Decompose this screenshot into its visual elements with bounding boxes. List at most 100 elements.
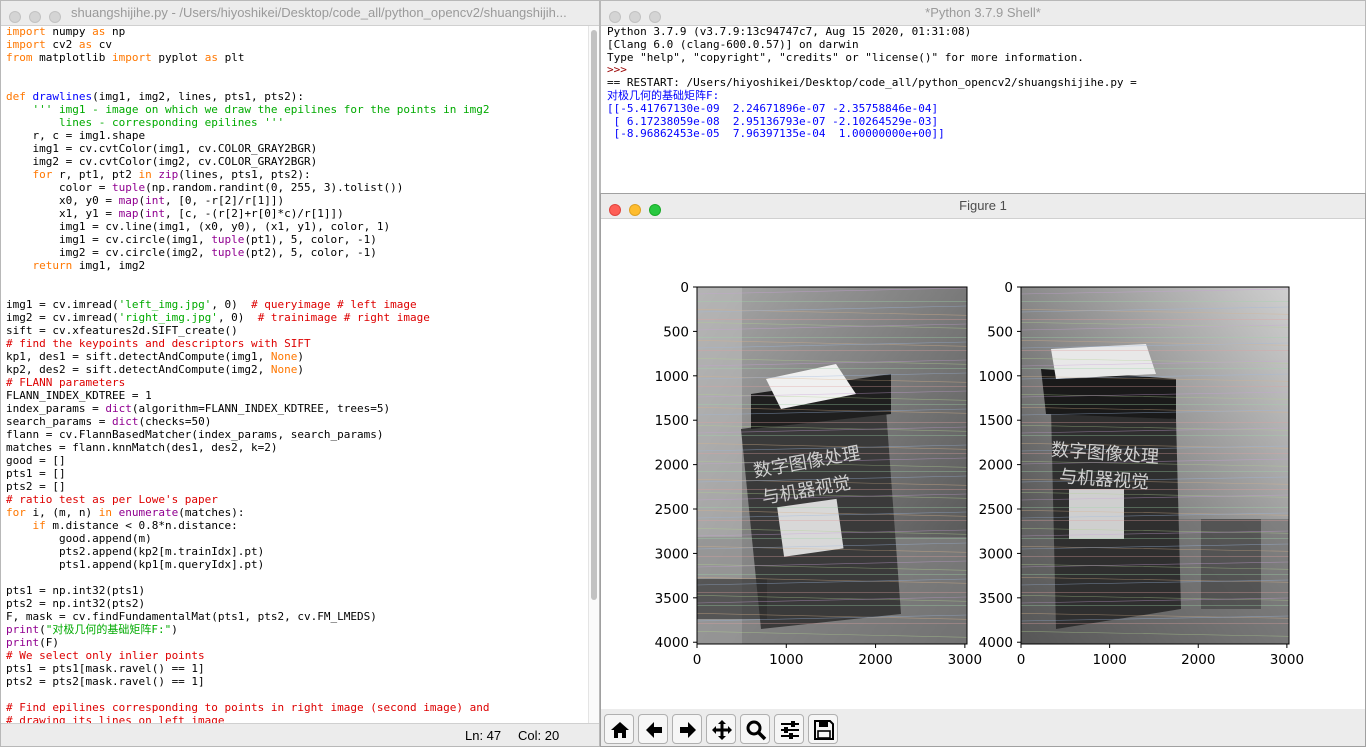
code-line: r, c = img1.shape — [6, 129, 146, 142]
code-line: print("对极几何的基础矩阵F:") — [6, 623, 178, 636]
code-line — [6, 571, 489, 584]
code-line: return img1, img2 — [32, 259, 146, 272]
status-column-number: Col: 20 — [518, 728, 560, 743]
right-axes: 数字图像处理 与机器视觉 0 500 1000 1500 2000 2500 3000 350… — [979, 280, 1304, 668]
code-editor[interactable]: import numpy as np import cv2 as cv from… — [6, 25, 489, 727]
code-line: ''' img1 - image on which we draw the ep… — [32, 103, 490, 116]
code-line: lines - corresponding epilines ''' — [6, 116, 285, 129]
shell-output-line: [[-5.41767130e-09 2.24671896e-07 -2.3575… — [607, 101, 939, 115]
pan-move-icon — [712, 720, 732, 740]
shell-line: [Clang 6.0 (clang-600.0.57)] on darwin — [607, 37, 859, 51]
shell-output-line: [-8.96862453e-05 7.96397135e-04 1.000000… — [607, 127, 945, 141]
shell-output[interactable]: Python 3.7.9 (v3.7.9:13c94747c7, Aug 15 … — [607, 25, 1137, 141]
code-line: matches = flann.knnMatch(des1, des2, k=2… — [6, 441, 278, 454]
code-line: pts1.append(kp1[m.queryIdx].pt) — [6, 558, 265, 571]
code-line: if m.distance < 0.8*n.distance: — [32, 519, 238, 532]
code-line — [6, 272, 489, 285]
left-axes: 数字图像处理 与机器视觉 0 500 1000 1500 2000 2500 3000 350… — [655, 280, 982, 668]
code-line: x1, y1 = map(int, [c, -(r[2]+r[0]*c)/r[1… — [6, 207, 344, 220]
code-line: kp2, des2 = sift.detectAndCompute(img2, … — [6, 363, 305, 376]
right-image: 数字图像处理 与机器视觉 — [1020, 287, 1290, 644]
code-line: # FLANN parameters — [6, 376, 126, 389]
left-y-tick-label: 0 — [680, 280, 689, 296]
editor-scrollbar[interactable] — [588, 26, 599, 724]
code-line: # ratio test as per Lowe's paper — [6, 493, 218, 506]
pan-button[interactable] — [706, 714, 736, 744]
left-x-tick-label: 1000 — [769, 652, 803, 668]
editor-statusbar: Ln: 47 Col: 20 — [1, 723, 599, 746]
right-y-ticks: 0 500 1000 1500 2000 2500 3000 3500 4000 — [979, 280, 1021, 651]
left-y-tick-label: 4000 — [655, 635, 689, 651]
right-x-tick-label: 3000 — [1270, 652, 1304, 668]
code-line: img1 = cv.imread('left_img.jpg', 0) # qu… — [6, 298, 417, 311]
figure-titlebar: Figure 1 — [601, 194, 1365, 219]
home-button[interactable] — [604, 714, 634, 744]
code-line: pts1 = pts1[mask.ravel() == 1] — [6, 662, 205, 675]
right-y-tick-label: 4000 — [979, 635, 1013, 651]
left-x-tick-label: 0 — [693, 652, 702, 668]
left-x-ticks: 0 1000 2000 3000 — [693, 644, 982, 668]
code-line: pts2 = pts2[mask.ravel() == 1] — [6, 675, 205, 688]
shell-line: Type "help", "copyright", "credits" or "… — [607, 50, 1084, 64]
code-line: # Find epilines corresponding to points … — [6, 701, 490, 714]
code-line: kp1, des1 = sift.detectAndCompute(img1, … — [6, 350, 305, 363]
code-line: for i, (m, n) in enumerate(matches): — [6, 506, 245, 519]
figure-toolbar — [601, 709, 1365, 746]
code-line — [6, 285, 489, 298]
forward-button[interactable] — [672, 714, 702, 744]
editor-scrollbar-thumb[interactable] — [591, 30, 597, 600]
code-line: print(F) — [6, 636, 59, 649]
code-line: sift = cv.xfeatures2d.SIFT_create() — [6, 324, 238, 337]
code-line: img1 = cv.cvtColor(img1, cv.COLOR_GRAY2B… — [6, 142, 318, 155]
code-line — [6, 688, 489, 701]
shell-title: *Python 3.7.9 Shell* — [925, 5, 1041, 20]
back-button[interactable] — [638, 714, 668, 744]
code-line: good.append(m) — [6, 532, 152, 545]
left-y-tick-label: 2000 — [655, 458, 689, 474]
code-line: pts1 = [] — [6, 467, 66, 480]
save-button[interactable] — [808, 714, 838, 744]
code-line: F, mask = cv.findFundamentalMat(pts1, pt… — [6, 610, 377, 623]
close-button[interactable] — [9, 11, 21, 23]
code-line: # We select only inlier points — [6, 649, 205, 662]
save-icon — [814, 720, 834, 740]
code-line: pts2 = [] — [6, 480, 66, 493]
left-x-tick-label: 3000 — [948, 652, 982, 668]
left-y-ticks: 0 500 1000 1500 2000 2500 3000 3500 4000 — [655, 280, 697, 651]
right-x-tick-label: 2000 — [1181, 652, 1215, 668]
code-line: x0, y0 = map(int, [0, -r[2]/r[1]]) — [6, 194, 285, 207]
right-y-tick-label: 1000 — [979, 369, 1013, 385]
back-arrow-icon — [646, 722, 662, 738]
shell-output-line: 对极几何的基础矩阵F: — [607, 88, 720, 102]
editor-window: shuangshijihe.py - /Users/hiyoshikei/Des… — [0, 0, 600, 747]
shell-window: *Python 3.7.9 Shell* Python 3.7.9 (v3.7.… — [600, 0, 1366, 196]
figure-window: Figure 1 数字图像处理 与机器视觉 0 500 1000 1500 20… — [600, 193, 1366, 747]
code-line: from matplotlib import pyplot as plt — [6, 51, 245, 64]
code-line: img1 = cv.circle(img1, tuple(pt1), 5, co… — [6, 233, 377, 246]
figure-title: Figure 1 — [959, 198, 1007, 213]
zoom-button[interactable] — [740, 714, 770, 744]
left-y-tick-label: 3000 — [655, 546, 689, 562]
code-line — [6, 64, 489, 77]
code-line: search_params = dict(checks=50) — [6, 415, 212, 428]
figure-canvas[interactable]: 数字图像处理 与机器视觉 0 500 1000 1500 2000 2500 3000 350… — [601, 219, 1365, 709]
code-line: pts1 = np.int32(pts1) — [6, 584, 146, 597]
right-x-ticks: 0 1000 2000 3000 — [1017, 644, 1304, 668]
editor-titlebar: shuangshijihe.py - /Users/hiyoshikei/Des… — [1, 1, 599, 26]
zoom-button[interactable] — [49, 11, 61, 23]
left-y-tick-label: 3500 — [655, 591, 689, 607]
code-line: img2 = cv.circle(img2, tuple(pt2), 5, co… — [6, 246, 377, 259]
right-y-tick-label: 2000 — [979, 458, 1013, 474]
minimize-button[interactable] — [29, 11, 41, 23]
editor-title: shuangshijihe.py - /Users/hiyoshikei/Des… — [71, 5, 567, 20]
code-line: for r, pt1, pt2 in zip(lines, pts1, pts2… — [32, 168, 311, 181]
code-line: color = tuple(np.random.randint(0, 255, … — [6, 181, 404, 194]
code-line: FLANN_INDEX_KDTREE = 1 — [6, 389, 152, 402]
shell-titlebar: *Python 3.7.9 Shell* — [601, 1, 1365, 26]
status-line-number: Ln: 47 — [465, 728, 502, 743]
home-icon — [611, 722, 629, 738]
left-y-tick-label: 500 — [663, 324, 689, 340]
configure-subplots-button[interactable] — [774, 714, 804, 744]
code-line: def drawlines(img1, img2, lines, pts1, p… — [6, 90, 305, 103]
code-line: good = [] — [6, 454, 66, 467]
